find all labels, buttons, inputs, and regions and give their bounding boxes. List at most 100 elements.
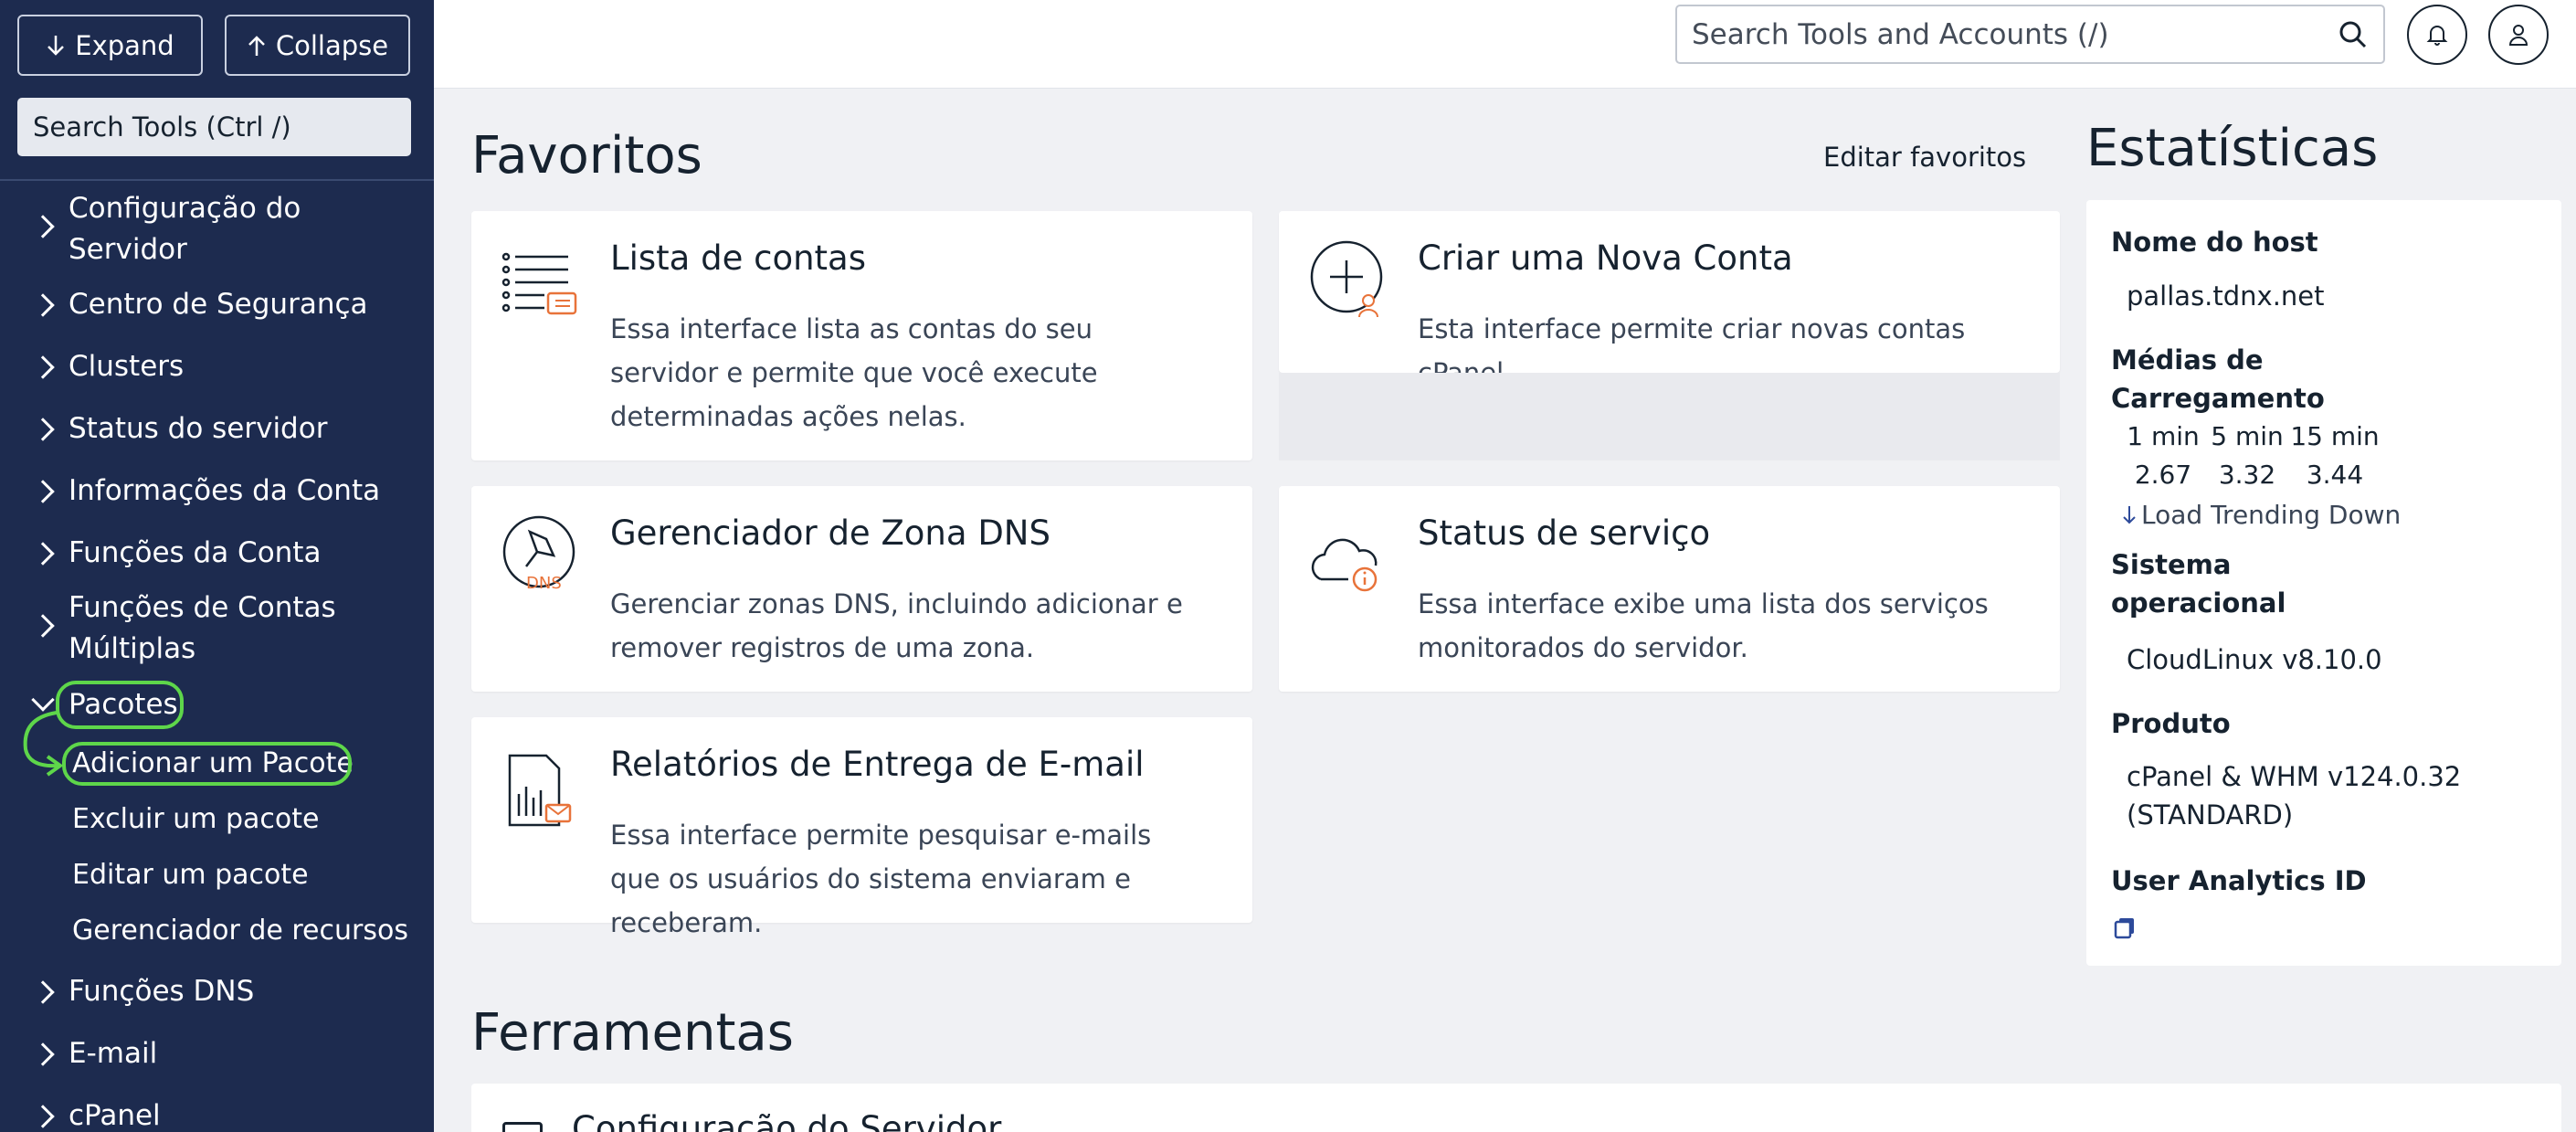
sidebar-item-label: E-mail (69, 1037, 158, 1070)
sidebar-item-label: Funções DNS (69, 975, 255, 1008)
copy-icon[interactable] (2113, 915, 2137, 939)
expand-button[interactable]: Expand (17, 15, 203, 76)
sidebar-subitem-label: Excluir um pacote (72, 803, 320, 835)
sidebar-item-dns-functions[interactable]: Funções DNS (0, 971, 434, 1012)
favorite-card-account-list[interactable]: Lista de contas Essa interface lista as … (471, 211, 1252, 460)
sidebar-item-label: Informações da Conta (69, 474, 381, 507)
sidebar-subitem-label: Gerenciador de recursos (72, 915, 408, 947)
expand-label: Expand (75, 29, 174, 61)
card-title: Gerenciador de Zona DNS (610, 513, 1050, 553)
highlight-packages (56, 681, 184, 729)
sidebar-search-input[interactable]: Search Tools (Ctrl /) (17, 98, 411, 156)
load-values: 2.67 3.32 3.44 (2121, 460, 2381, 490)
chevron-right-icon (31, 480, 55, 503)
email-report-icon (508, 754, 572, 827)
sidebar: Expand Collapse Search Tools (Ctrl /) Co… (0, 0, 434, 1132)
sidebar-item-label: Funções da Conta (69, 536, 322, 569)
user-icon (2508, 25, 2528, 46)
load-value-15min: 3.44 (2306, 460, 2364, 490)
analytics-label: User Analytics ID (2111, 865, 2367, 896)
load-value-1min: 2.67 (2134, 460, 2192, 490)
card-spacer (1279, 373, 2060, 460)
load-averages-label: Médias de Carregamento (2111, 344, 2325, 414)
server-config-icon (502, 1122, 543, 1132)
arrow-up-icon (248, 35, 265, 56)
chevron-right-icon (31, 418, 55, 441)
sidebar-item-multi-account-functions[interactable]: Funções de Contas Múltiplas (0, 587, 434, 670)
sidebar-subitem-resource-manager[interactable]: Gerenciador de recursos (0, 911, 434, 951)
load-header-1min: 1 min (2127, 421, 2200, 451)
cloud-status-icon (1311, 538, 1378, 592)
chevron-right-icon (31, 542, 55, 566)
card-description: Gerenciar zonas DNS, incluindo adicionar… (610, 588, 1183, 663)
collapse-button[interactable]: Collapse (225, 15, 410, 76)
highlight-arrow-icon (23, 711, 64, 777)
tools-first-item[interactable]: Configuração do Servidor (572, 1109, 1001, 1132)
edit-favorites-link[interactable]: Editar favoritos (1823, 142, 2026, 173)
sidebar-item-clusters[interactable]: Clusters (0, 346, 434, 387)
sidebar-item-server-config[interactable]: Configuração do Servidor (0, 188, 434, 270)
favorite-card-email-reports[interactable]: Relatórios de Entrega de E-mail Essa int… (471, 717, 1252, 938)
sidebar-subitem-delete-package[interactable]: Excluir um pacote (0, 799, 434, 840)
statistics-panel: Nome do host pallas.tdnx.net Médias de C… (2086, 200, 2561, 966)
sidebar-item-account-info[interactable]: Informações da Conta (0, 471, 434, 512)
account-list-icon (501, 252, 577, 315)
load-value-5min: 3.32 (2218, 460, 2276, 490)
sidebar-item-cpanel[interactable]: cPanel (0, 1095, 434, 1132)
card-title: Relatórios de Entrega de E-mail (610, 745, 1145, 784)
dns-icon-text: DNS (526, 574, 562, 593)
chevron-right-icon (31, 1105, 55, 1128)
sidebar-item-label: Centro de Segurança (69, 288, 368, 321)
chevron-right-icon (31, 293, 55, 317)
favorite-card-dns-zone[interactable]: DNS Gerenciador de Zona DNS Gerenciar zo… (471, 486, 1252, 692)
collapse-label: Collapse (275, 29, 389, 61)
sidebar-top-buttons: Expand Collapse (0, 0, 434, 76)
sidebar-item-label: Funções de Contas Múltiplas (69, 591, 336, 665)
top-header (434, 0, 2576, 89)
sidebar-item-email[interactable]: E-mail (0, 1033, 434, 1074)
sidebar-item-server-status[interactable]: Status do servidor (0, 408, 434, 450)
global-search-input[interactable] (1692, 17, 2338, 51)
sidebar-item-security-center[interactable]: Centro de Segurança (0, 284, 434, 325)
user-menu-button[interactable] (2488, 5, 2549, 65)
dns-zone-icon: DNS (502, 515, 575, 593)
card-title: Criar uma Nova Conta (1418, 238, 1793, 278)
card-title: Status de serviço (1418, 513, 1711, 553)
add-account-icon (1310, 240, 1383, 318)
chevron-right-icon (31, 614, 55, 638)
os-label: Sistema operacional (2111, 549, 2286, 619)
chevron-right-icon (31, 1042, 55, 1066)
sidebar-subitem-edit-package[interactable]: Editar um pacote (0, 855, 434, 895)
bell-icon (2426, 26, 2448, 46)
search-icon[interactable] (2338, 19, 2369, 50)
os-value: CloudLinux v8.10.0 (2127, 644, 2382, 675)
card-title: Lista de contas (610, 238, 867, 278)
global-search[interactable] (1675, 5, 2385, 64)
favorite-card-create-account[interactable]: Criar uma Nova Conta Esta interface perm… (1279, 211, 2060, 388)
tools-title: Ferramentas (471, 1003, 794, 1063)
statistics-title: Estatísticas (2086, 119, 2379, 178)
favorites-title: Favoritos (471, 126, 702, 185)
hostname-label: Nome do host (2111, 227, 2318, 258)
card-description: Essa interface permite pesquisar e-mails… (610, 820, 1152, 938)
tools-card: Configuração do Servidor (471, 1084, 2561, 1132)
load-trend: Load Trending Down (2121, 500, 2401, 530)
chevron-right-icon (31, 355, 55, 379)
notifications-button[interactable] (2407, 5, 2467, 65)
load-trend-text: Load Trending Down (2141, 500, 2402, 530)
arrow-down-icon (2123, 505, 2136, 524)
sidebar-search-placeholder: Search Tools (Ctrl /) (33, 111, 291, 143)
card-description: Essa interface lista as contas do seu se… (610, 313, 1098, 432)
product-value: cPanel & WHM v124.0.32 (STANDARD) (2127, 761, 2462, 830)
load-header-5min: 5 min (2211, 421, 2284, 451)
sidebar-item-label: Clusters (69, 350, 185, 383)
highlight-add-package (62, 742, 352, 786)
sidebar-subitem-label: Editar um pacote (72, 859, 309, 891)
favorite-card-service-status[interactable]: Status de serviço Essa interface exibe u… (1279, 486, 2060, 692)
card-description: Essa interface exibe uma lista dos servi… (1418, 588, 1989, 663)
sidebar-item-label: cPanel (69, 1099, 161, 1132)
product-label: Produto (2111, 708, 2231, 739)
sidebar-item-account-functions[interactable]: Funções da Conta (0, 533, 434, 574)
hostname-value: pallas.tdnx.net (2127, 280, 2325, 312)
sidebar-divider (0, 179, 434, 181)
